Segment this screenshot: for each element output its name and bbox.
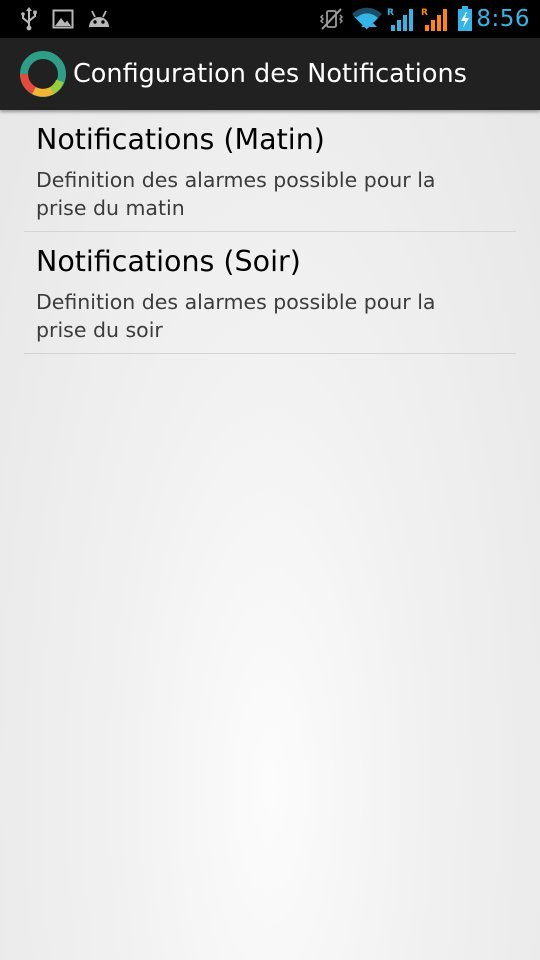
status-bar: R R 8:56 (0, 0, 540, 38)
android-icon (85, 0, 113, 38)
preference-list: Notifications (Matin) Definition des ala… (24, 110, 516, 354)
preference-title: Notifications (Soir) (36, 245, 301, 278)
wifi-icon (350, 0, 384, 38)
usb-icon (16, 0, 42, 38)
image-icon (50, 0, 76, 38)
page-title: Configuration des Notifications (73, 59, 467, 89)
preference-summary: Definition des alarmes possible pour la … (36, 290, 436, 342)
battery-charging-icon (455, 0, 475, 38)
preference-summary: Definition des alarmes possible pour la … (36, 168, 436, 220)
status-time: 8:56 (476, 6, 530, 32)
svg-text:R: R (387, 8, 394, 18)
preference-item-matin[interactable]: Notifications (Matin) Definition des ala… (24, 110, 516, 232)
action-bar: Configuration des Notifications (0, 38, 540, 110)
preference-item-soir[interactable]: Notifications (Soir) Definition des alar… (24, 232, 516, 354)
app-ring-icon[interactable] (19, 50, 67, 98)
signal-r-orange-icon: R (420, 0, 450, 38)
vibrate-muted-icon (318, 0, 344, 38)
svg-text:R: R (421, 8, 428, 18)
signal-r-blue-icon: R (386, 0, 416, 38)
preference-title: Notifications (Matin) (36, 123, 325, 156)
